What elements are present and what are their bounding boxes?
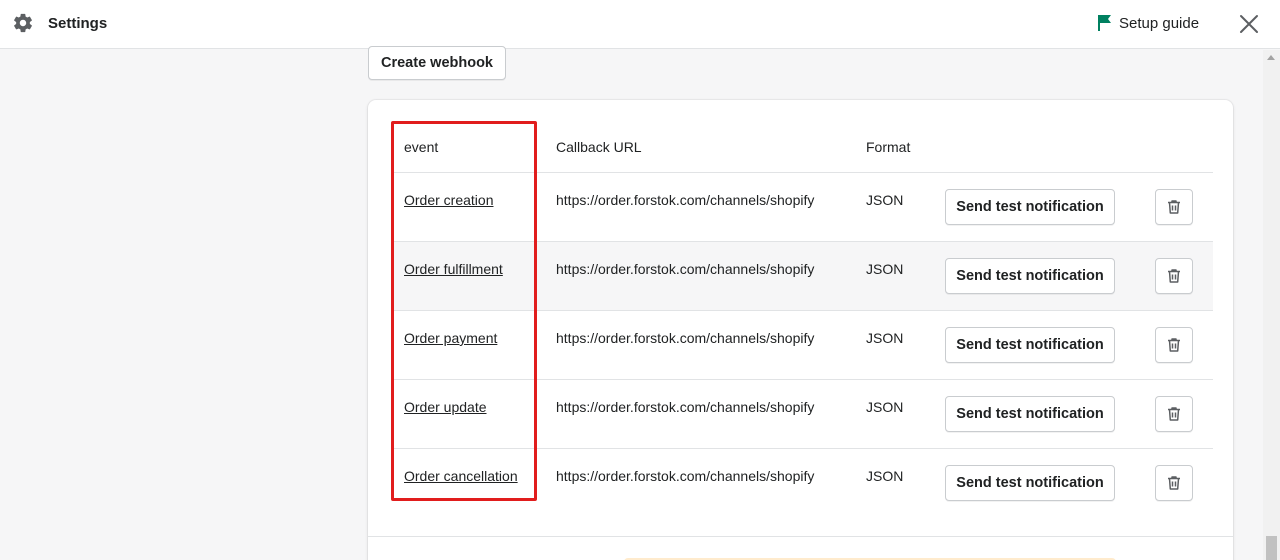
send-test-notification-button[interactable]: Send test notification bbox=[945, 189, 1115, 225]
send-test-notification-button[interactable]: Send test notification bbox=[945, 396, 1115, 432]
trash-icon bbox=[1168, 476, 1180, 490]
table-row: Order update https://order.forstok.com/c… bbox=[392, 379, 1213, 448]
delete-button[interactable] bbox=[1155, 465, 1193, 501]
delete-button[interactable] bbox=[1155, 327, 1193, 363]
setup-guide-label: Setup guide bbox=[1119, 14, 1200, 32]
create-webhook-button[interactable]: Create webhook bbox=[368, 46, 506, 80]
trash-icon bbox=[1168, 200, 1180, 214]
flag-icon bbox=[1098, 15, 1111, 31]
event-link[interactable]: Order creation bbox=[404, 192, 493, 208]
column-header-format: Format bbox=[866, 139, 911, 155]
top-bar: Settings Setup guide bbox=[0, 0, 1280, 49]
format-value: JSON bbox=[866, 399, 904, 415]
column-header-event: event bbox=[404, 139, 439, 155]
page-title: Settings bbox=[48, 15, 108, 32]
format-value: JSON bbox=[866, 192, 904, 208]
trash-icon bbox=[1168, 338, 1180, 352]
delete-button[interactable] bbox=[1155, 396, 1193, 432]
scrollbar[interactable] bbox=[1263, 50, 1280, 560]
format-value: JSON bbox=[866, 468, 904, 484]
callback-url: https://order.forstok.com/channels/shopi… bbox=[556, 468, 815, 484]
gear-icon bbox=[14, 13, 32, 33]
scroll-thumb[interactable] bbox=[1266, 536, 1277, 560]
callback-url: https://order.forstok.com/channels/shopi… bbox=[556, 330, 815, 346]
trash-icon bbox=[1168, 269, 1180, 283]
table-row: Order fulfillment https://order.forstok.… bbox=[392, 241, 1213, 310]
webhooks-card: event Callback URL Format Order creation… bbox=[368, 100, 1233, 560]
send-test-notification-button[interactable]: Send test notification bbox=[945, 465, 1115, 501]
scroll-up-arrow[interactable] bbox=[1267, 55, 1275, 60]
delete-button[interactable] bbox=[1155, 189, 1193, 225]
event-link[interactable]: Order cancellation bbox=[404, 468, 518, 484]
trash-icon bbox=[1168, 407, 1180, 421]
card-divider bbox=[368, 536, 1233, 537]
column-header-callback-url: Callback URL bbox=[556, 139, 642, 155]
format-value: JSON bbox=[866, 330, 904, 346]
send-test-notification-button[interactable]: Send test notification bbox=[945, 327, 1115, 363]
event-link[interactable]: Order payment bbox=[404, 330, 497, 346]
callback-url: https://order.forstok.com/channels/shopi… bbox=[556, 399, 815, 415]
callback-url: https://order.forstok.com/channels/shopi… bbox=[556, 192, 815, 208]
event-link[interactable]: Order fulfillment bbox=[404, 261, 503, 277]
table-row: Order creation https://order.forstok.com… bbox=[392, 172, 1213, 241]
table-row: Order cancellation https://order.forstok… bbox=[392, 448, 1213, 517]
callback-url: https://order.forstok.com/channels/shopi… bbox=[556, 261, 815, 277]
send-test-notification-button[interactable]: Send test notification bbox=[945, 258, 1115, 294]
delete-button[interactable] bbox=[1155, 258, 1193, 294]
event-link[interactable]: Order update bbox=[404, 399, 487, 415]
table-row: Order payment https://order.forstok.com/… bbox=[392, 310, 1213, 379]
setup-guide-button[interactable]: Setup guide bbox=[1097, 14, 1199, 32]
format-value: JSON bbox=[866, 261, 904, 277]
close-icon[interactable] bbox=[1237, 12, 1261, 36]
